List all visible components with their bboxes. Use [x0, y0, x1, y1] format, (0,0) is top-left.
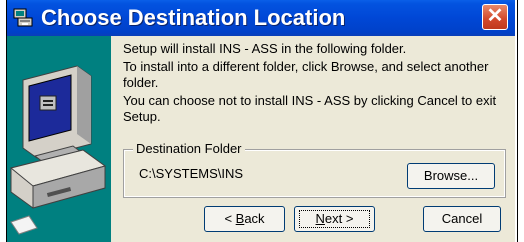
install-message: Setup will install INS - ASS in the foll…	[123, 41, 515, 127]
message-line-3: You can choose not to install INS - ASS …	[123, 93, 497, 124]
focus-rectangle	[299, 210, 370, 228]
message-line-2: To install into a different folder, clic…	[123, 59, 489, 90]
title-bar[interactable]: Choose Destination Location ✕	[7, 0, 515, 36]
next-button[interactable]: Next >	[294, 206, 375, 232]
close-icon: ✕	[486, 5, 504, 27]
back-prefix: <	[224, 211, 236, 226]
message-line-1: Setup will install INS - ASS in the foll…	[123, 41, 407, 56]
close-button[interactable]: ✕	[482, 4, 508, 30]
destination-path: C:\SYSTEMS\INS	[139, 166, 244, 181]
destination-folder-legend: Destination Folder	[133, 141, 245, 156]
browse-button[interactable]: Browse...	[407, 163, 495, 189]
back-button[interactable]: < Back	[204, 206, 285, 232]
back-label: ack	[244, 211, 265, 226]
cancel-button[interactable]: Cancel	[423, 206, 501, 232]
setup-icon	[13, 8, 33, 27]
destination-folder-group: Destination Folder C:\SYSTEMS\INS Browse…	[123, 141, 506, 198]
computer-icon	[9, 65, 107, 235]
dialog-title: Choose Destination Location	[41, 5, 346, 30]
computer-illustration	[7, 36, 111, 242]
left-margin	[0, 0, 7, 242]
setup-dialog: Choose Destination Location ✕ Setup will…	[7, 0, 515, 242]
right-margin	[517, 0, 524, 242]
